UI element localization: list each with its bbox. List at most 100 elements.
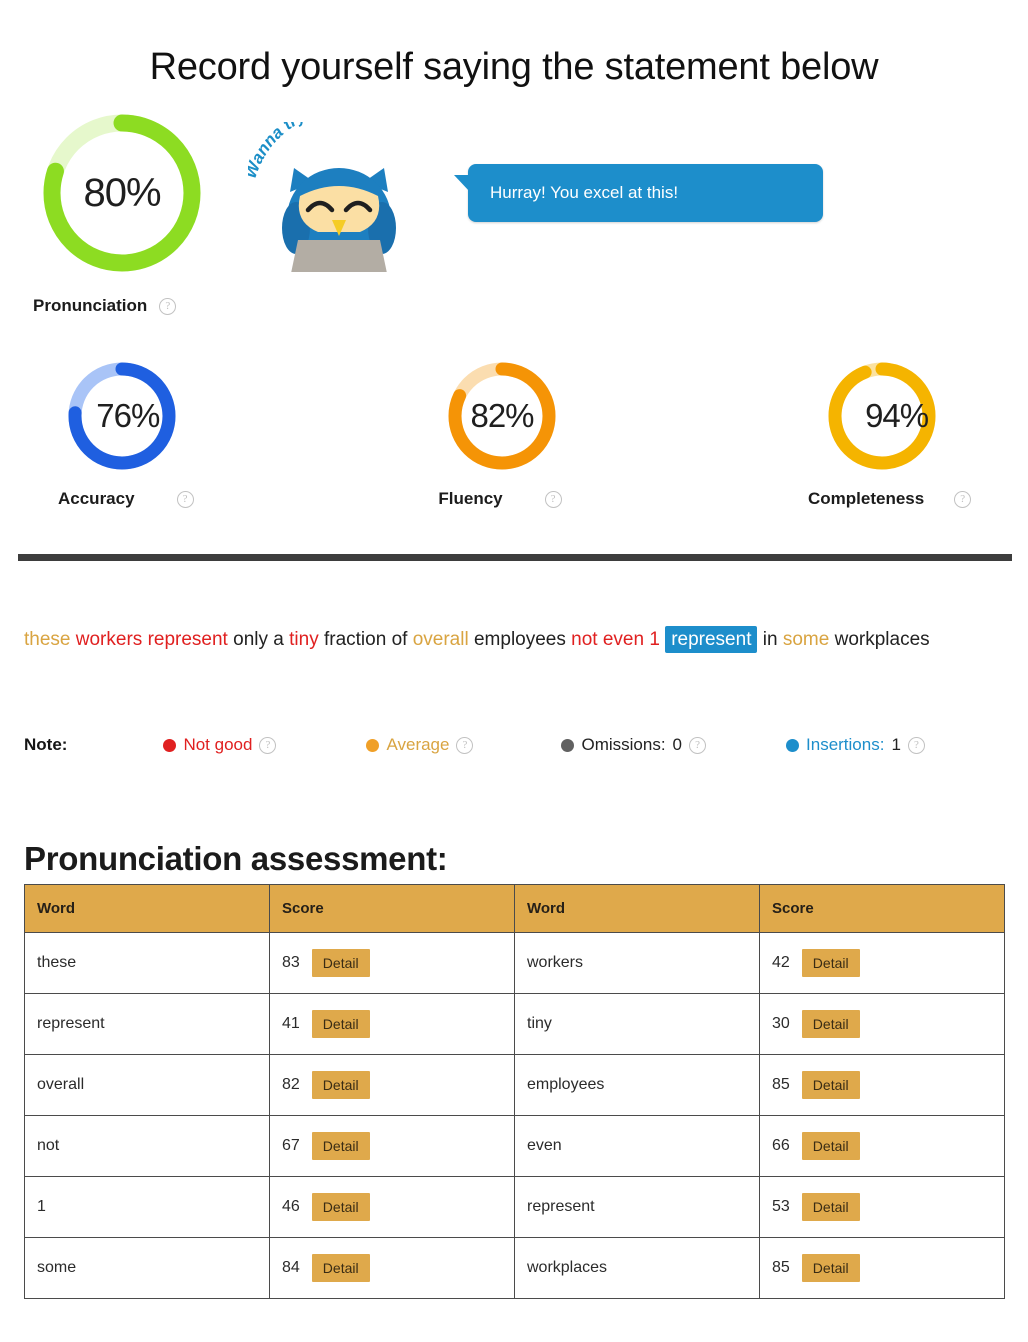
cell-score: 82 Detail — [269, 1054, 515, 1116]
cell-score: 85 Detail — [759, 1054, 1005, 1116]
transcript-word[interactable]: overall — [413, 629, 469, 650]
score-value: 53 — [772, 1198, 790, 1215]
cell-word: some — [24, 1237, 270, 1299]
detail-button[interactable]: Detail — [311, 1192, 370, 1222]
transcript-word[interactable]: workplaces — [835, 629, 930, 650]
column-header-word-1: Word — [24, 884, 270, 933]
score-value: 42 — [772, 954, 790, 971]
cell-word: workers — [514, 932, 760, 994]
section-divider — [18, 554, 1012, 561]
legend-item-insertions: Insertions: 1 ? — [786, 735, 925, 755]
omissions-help-icon[interactable]: ? — [689, 736, 707, 754]
completeness-value: 94% — [865, 397, 929, 434]
legend-label-average: Average — [386, 735, 450, 754]
transcript-word[interactable]: employees — [474, 629, 566, 650]
encouragement-bubble: Hurray! You excel at this! — [454, 164, 823, 222]
score-value: 82 — [282, 1076, 300, 1093]
note-legend-row: Note: Not good ? Average ? Omissions: 0 … — [24, 730, 1004, 760]
insertions-help-icon[interactable]: ? — [907, 736, 925, 754]
cell-word: these — [24, 932, 270, 994]
pronunciation-caption: Pronunciation ? — [33, 296, 211, 316]
detail-button[interactable]: Detail — [801, 1192, 860, 1222]
legend-label-not-good: Not good — [183, 735, 253, 754]
page-title: Record yourself saying the statement bel… — [149, 46, 879, 89]
fluency-label: Fluency — [438, 489, 503, 508]
not-good-help-icon[interactable]: ? — [259, 736, 277, 754]
omissions-count: 0 — [672, 735, 683, 754]
fluency-value: 82% — [470, 397, 534, 434]
section-heading: Pronunciation assessment: — [24, 840, 448, 878]
cell-score: 41 Detail — [269, 993, 515, 1055]
cell-word: employees — [514, 1054, 760, 1116]
legend-label-insertions: Insertions: — [806, 735, 885, 754]
accuracy-value: 76% — [96, 397, 160, 434]
table-row: represent 41 Detail tiny 30 Detail — [24, 993, 1005, 1055]
pronunciation-help-icon[interactable]: ? — [159, 297, 177, 315]
column-header-word-2: Word — [514, 884, 760, 933]
fluency-score-block: 82% Fluency ? — [438, 356, 562, 509]
completeness-label: Completeness — [808, 489, 925, 508]
table-row: these 83 Detail workers 42 Detail — [24, 932, 1005, 994]
transcript-word[interactable]: some — [783, 629, 829, 650]
fluency-help-icon[interactable]: ? — [544, 490, 562, 508]
cell-score: 85 Detail — [759, 1237, 1005, 1299]
score-value: 83 — [282, 954, 300, 971]
cell-word: overall — [24, 1054, 270, 1116]
completeness-ring: 94% — [822, 356, 971, 476]
accuracy-score-block: 76% Accuracy ? — [58, 356, 194, 509]
transcript-word[interactable]: even — [603, 629, 644, 650]
score-value: 67 — [282, 1137, 300, 1154]
accuracy-caption: Accuracy ? — [58, 489, 194, 509]
cell-word: represent — [24, 993, 270, 1055]
detail-button[interactable]: Detail — [311, 1070, 370, 1100]
score-value: 85 — [772, 1076, 790, 1093]
cell-word: 1 — [24, 1176, 270, 1238]
transcript-word[interactable]: not — [571, 629, 597, 650]
detail-button[interactable]: Detail — [801, 1009, 860, 1039]
completeness-help-icon[interactable]: ? — [954, 490, 972, 508]
transcript-word[interactable]: represent — [148, 629, 228, 650]
transcript-word[interactable]: in — [763, 629, 778, 650]
detail-button[interactable]: Detail — [311, 1253, 370, 1283]
pronunciation-value: 80% — [83, 170, 161, 215]
sub-score-row: 76% Accuracy ? 82% Fluency ? 94% Complet… — [0, 356, 1028, 531]
pronunciation-assessment-table: Word Score Word Score these 83 Detail worke… — [24, 884, 1005, 1299]
detail-button[interactable]: Detail — [801, 948, 860, 978]
detail-button[interactable]: Detail — [801, 1131, 860, 1161]
detail-button[interactable]: Detail — [311, 1131, 370, 1161]
detail-button[interactable]: Detail — [311, 1009, 370, 1039]
pronunciation-score-block: 80% Pronunciation ? — [33, 104, 211, 316]
transcript-word[interactable]: of — [392, 629, 408, 650]
cell-score: 30 Detail — [759, 993, 1005, 1055]
detail-button[interactable]: Detail — [311, 948, 370, 978]
average-help-icon[interactable]: ? — [456, 736, 474, 754]
transcript-word[interactable]: 1 — [649, 629, 660, 650]
completeness-caption: Completeness ? — [808, 489, 972, 509]
transcript-word[interactable]: workers — [76, 629, 143, 650]
legend-item-average: Average ? — [366, 735, 474, 755]
legend-label-omissions: Omissions: — [581, 735, 666, 754]
cell-score: 66 Detail — [759, 1115, 1005, 1177]
transcript-word[interactable]: only — [233, 629, 268, 650]
table-row: overall 82 Detail employees 85 Detail — [24, 1054, 1005, 1116]
completeness-score-block: 94% Completeness ? — [808, 356, 972, 509]
pronunciation-ring: 80% — [33, 104, 211, 282]
insertions-count: 1 — [891, 735, 901, 754]
transcript-word[interactable]: tiny — [289, 629, 319, 650]
transcript-word[interactable]: fraction — [324, 629, 386, 650]
note-label: Note: — [24, 735, 68, 754]
detail-button[interactable]: Detail — [801, 1253, 860, 1283]
transcript-word[interactable]: these — [24, 629, 70, 650]
transcript-word[interactable]: a — [273, 629, 284, 650]
accuracy-help-icon[interactable]: ? — [176, 490, 194, 508]
cell-score: 53 Detail — [759, 1176, 1005, 1238]
omissions-dot-icon — [561, 738, 575, 752]
table-header: Word Score Word Score — [24, 884, 1005, 933]
average-dot-icon — [366, 738, 380, 752]
score-value: 41 — [282, 1015, 300, 1032]
score-value: 84 — [282, 1259, 300, 1276]
table-row: 1 46 Detail represent 53 Detail — [24, 1176, 1005, 1238]
detail-button[interactable]: Detail — [801, 1070, 860, 1100]
score-value: 85 — [772, 1259, 790, 1276]
transcript-word[interactable]: represent — [665, 626, 758, 653]
